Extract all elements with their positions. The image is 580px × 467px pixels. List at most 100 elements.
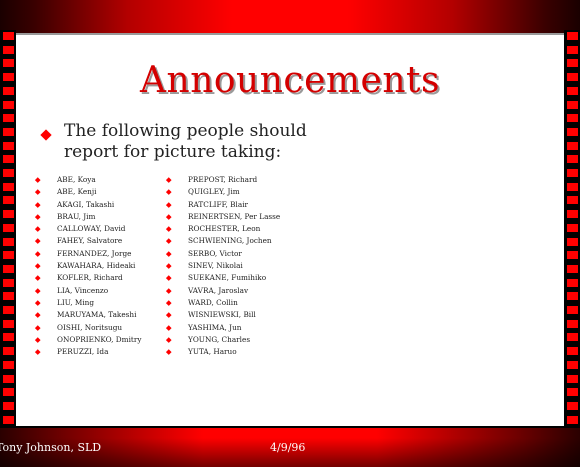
rail-block	[3, 73, 14, 82]
diamond-bullet-icon	[166, 312, 172, 318]
diamond-bullet-icon	[166, 214, 172, 220]
rail-block	[567, 141, 578, 150]
rail-block	[567, 182, 578, 191]
rail-block	[567, 223, 578, 232]
rail-block	[567, 333, 578, 342]
rail-block	[567, 210, 578, 219]
diamond-bullet-icon	[166, 238, 172, 244]
person-name: SUEKANE, Fumihiko	[188, 273, 267, 283]
rail-block	[567, 169, 578, 177]
person-name: WARD, Collin	[188, 297, 238, 307]
person-name: ABE, Kenji	[57, 187, 97, 197]
person-name: CALLOWAY, David	[57, 224, 126, 234]
diamond-bullet-icon	[40, 129, 52, 141]
rail-block	[3, 415, 14, 424]
rail-block	[567, 196, 578, 205]
rail-block	[567, 401, 578, 410]
rail-block	[567, 100, 578, 109]
diamond-bullet-icon	[166, 251, 172, 257]
diamond-bullet-icon	[166, 201, 172, 207]
diamond-bullet-icon	[35, 324, 41, 330]
rail-block	[567, 155, 578, 164]
person-name: OISHI, Noritsugu	[57, 322, 123, 332]
rail-block	[567, 264, 578, 273]
person-name: MARUYAMA, Takeshi	[57, 310, 137, 320]
diamond-bullet-icon	[166, 349, 172, 355]
person-name: VAVRA, Jaroslav	[188, 285, 249, 295]
person-name: SINEV, Nikolai	[188, 261, 243, 271]
person-name: WISNIEWSKI, Bill	[188, 310, 256, 320]
rail-block	[567, 360, 578, 369]
rail-block	[3, 100, 14, 109]
rail-block	[3, 237, 14, 246]
rail-block	[567, 251, 578, 260]
rail-block	[3, 374, 14, 383]
rail-block	[567, 32, 578, 40]
rail-block	[3, 32, 14, 40]
rail-block	[567, 415, 578, 424]
rail-block	[567, 374, 578, 383]
top-red-bar	[0, 0, 580, 33]
rail-block	[567, 86, 578, 95]
rail-block	[567, 292, 578, 301]
rail-block	[567, 45, 578, 54]
diamond-bullet-icon	[35, 263, 41, 269]
footer-date: 4/9/96	[270, 441, 306, 454]
rail-block	[3, 45, 14, 54]
rail-block	[3, 251, 14, 260]
rail-block	[567, 278, 578, 287]
rail-block	[3, 223, 14, 232]
diamond-bullet-icon	[35, 337, 41, 343]
diamond-bullet-icon	[166, 324, 172, 330]
rail-block	[567, 127, 578, 136]
rail-block	[3, 141, 14, 150]
person-name: AKAGI, Takashi	[57, 199, 115, 209]
footer-author: Tony Johnson, SLD	[0, 441, 102, 454]
rail-block	[567, 319, 578, 328]
person-name: ABE, Koya	[57, 175, 96, 184]
diamond-bullet-icon	[166, 300, 172, 306]
diamond-bullet-icon	[35, 287, 41, 293]
diamond-bullet-icon	[166, 177, 172, 183]
left-decorative-rail	[0, 30, 16, 430]
rail-block	[3, 278, 14, 287]
person-name: YOUNG, Charles	[188, 334, 251, 344]
rail-block	[3, 127, 14, 136]
rail-block	[3, 401, 14, 410]
diamond-bullet-icon	[166, 337, 172, 343]
person-name: ONOPRIENKO, Dmitry	[57, 334, 142, 344]
person-name: BRAU, Jim	[57, 211, 96, 221]
diamond-bullet-icon	[35, 177, 41, 183]
person-name: LIA, Vincenzo	[57, 285, 109, 295]
person-name: PREPOST, Richard	[188, 175, 258, 184]
person-name: YASHIMA, Jun	[188, 322, 242, 332]
rail-block	[3, 182, 14, 191]
rail-block	[3, 114, 14, 123]
rail-block	[567, 59, 578, 68]
rail-block	[3, 306, 14, 314]
diamond-bullet-icon	[166, 263, 172, 269]
rail-block	[3, 210, 14, 219]
diamond-bullet-icon	[166, 189, 172, 195]
rail-block	[3, 155, 14, 164]
rail-block	[3, 292, 14, 301]
diamond-bullet-icon	[166, 226, 172, 232]
person-name: FAHEY, Salvatore	[57, 236, 123, 246]
rail-block	[567, 347, 578, 356]
person-name: ROCHESTER, Leon	[188, 224, 261, 234]
person-name: KOFLER, Richard	[57, 273, 123, 283]
person-name: KAWAHARA, Hideaki	[57, 261, 136, 271]
diamond-bullet-icon	[35, 201, 41, 207]
rail-block	[3, 59, 14, 68]
person-name: LIU, Ming	[57, 297, 95, 307]
person-name: FERNANDEZ, Jorge	[57, 248, 132, 258]
rail-block	[3, 333, 14, 342]
slide-title: Announcements	[140, 60, 440, 101]
person-name: RATCLIFF, Blair	[188, 199, 249, 209]
diamond-bullet-icon	[35, 238, 41, 244]
rail-block	[3, 360, 14, 369]
diamond-bullet-icon	[166, 275, 172, 281]
person-name: QUIGLEY, Jim	[188, 187, 240, 197]
diamond-bullet-icon	[35, 226, 41, 232]
rail-block	[3, 347, 14, 356]
